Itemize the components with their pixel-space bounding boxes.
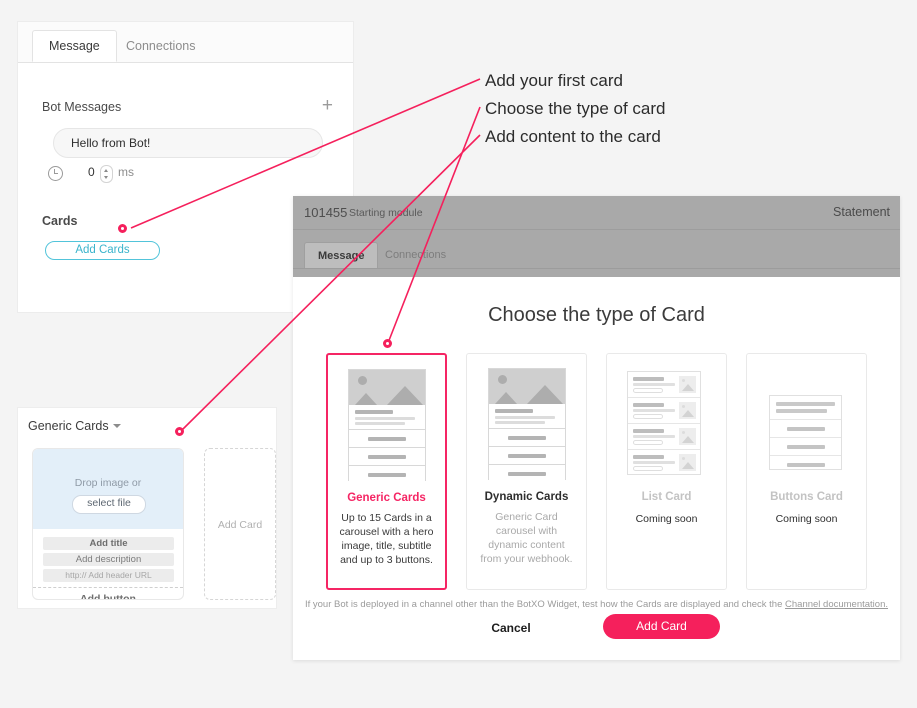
module-subtitle: Starting module bbox=[349, 207, 423, 219]
page-title: Choose the type of Card bbox=[488, 304, 705, 326]
cancel-button[interactable]: Cancel bbox=[475, 616, 547, 640]
tab-connections[interactable]: Connections bbox=[110, 30, 212, 62]
bot-messages-label: Bot Messages bbox=[42, 100, 122, 114]
delay-value: 0 bbox=[88, 165, 95, 179]
annotation-label-2: Choose the type of card bbox=[485, 99, 666, 118]
bot-message-value: Hello from Bot! bbox=[71, 136, 151, 150]
card-option-description: Generic Card carousel with dynamic conte… bbox=[480, 511, 573, 565]
modal-header: 101455 Starting module Statement Message… bbox=[293, 196, 900, 277]
card-option-description: Coming soon bbox=[635, 513, 698, 525]
generic-cards-editor-panel: Generic Cards Drop image or select file … bbox=[18, 408, 276, 608]
add-cards-button[interactable]: Add Cards bbox=[45, 241, 160, 260]
card-option-list-card[interactable]: List Card Coming soon bbox=[606, 353, 727, 590]
modal-note-text: If your Bot is deployed in a channel oth… bbox=[304, 599, 786, 610]
marker-dot-card-type bbox=[383, 339, 392, 348]
card-type-options: Generic Cards Up to 15 Cards in a carous… bbox=[326, 353, 868, 590]
modal-tab-message[interactable]: Message bbox=[304, 242, 379, 269]
generic-card-thumbnail bbox=[348, 369, 426, 483]
statement-label: Statement bbox=[833, 205, 890, 219]
card-option-description: Coming soon bbox=[775, 513, 838, 525]
divider bbox=[33, 587, 183, 588]
quantity-stepper[interactable] bbox=[100, 165, 113, 183]
clock-icon bbox=[48, 166, 63, 181]
card-option-name: List Card bbox=[641, 491, 692, 503]
add-button-action[interactable]: Add button bbox=[33, 589, 183, 599]
card-option-name: Generic Cards bbox=[347, 492, 426, 504]
card-option-generic-cards[interactable]: Generic Cards Up to 15 Cards in a carous… bbox=[326, 353, 447, 590]
module-id: 101455 bbox=[304, 205, 348, 220]
add-card-placeholder-label: Add Card bbox=[217, 519, 263, 531]
delay-unit: ms bbox=[118, 165, 134, 179]
card-option-buttons-card[interactable]: Buttons Card Coming soon bbox=[746, 353, 867, 590]
card-option-name: Buttons Card bbox=[770, 491, 843, 503]
plus-icon[interactable]: + bbox=[322, 96, 333, 115]
dynamic-card-thumbnail bbox=[488, 368, 566, 482]
panel-tabbar: Message Connections bbox=[18, 22, 353, 63]
modal-note: If your Bot is deployed in a channel oth… bbox=[293, 599, 900, 610]
card-option-dynamic-cards[interactable]: Dynamic Cards Generic Card carousel with… bbox=[466, 353, 587, 590]
message-delay-row: 0 ms bbox=[48, 164, 248, 184]
divider bbox=[293, 268, 900, 269]
marker-dot-card-content bbox=[175, 427, 184, 436]
card-title-field[interactable]: Add title bbox=[43, 537, 174, 550]
stepper-down-icon[interactable] bbox=[104, 176, 108, 179]
screenshot-root: Message Connections Bot Messages + Hello… bbox=[0, 0, 917, 708]
card-description-field[interactable]: Add description bbox=[43, 553, 174, 566]
select-file-button[interactable]: select file bbox=[72, 495, 146, 514]
channel-documentation-link[interactable]: Channel documentation. bbox=[785, 599, 888, 610]
tab-message[interactable]: Message bbox=[32, 30, 117, 62]
buttons-card-thumbnail bbox=[769, 395, 842, 470]
drop-image-label: Drop image or bbox=[74, 477, 142, 489]
divider bbox=[293, 229, 900, 230]
annotation-label-1: Add your first card bbox=[485, 71, 623, 90]
card-option-description: Up to 15 Cards in a carousel with a hero… bbox=[339, 512, 434, 566]
chevron-down-icon[interactable] bbox=[113, 424, 121, 428]
add-card-button[interactable]: Add Card bbox=[603, 614, 720, 639]
image-drop-zone[interactable]: Drop image or select file bbox=[33, 449, 183, 529]
marker-dot-add-cards bbox=[118, 224, 127, 233]
card-editor: Drop image or select file Add title Add … bbox=[32, 448, 184, 600]
stepper-up-icon[interactable] bbox=[104, 169, 108, 172]
editor-title: Generic Cards bbox=[28, 419, 109, 433]
list-card-thumbnail bbox=[627, 371, 701, 475]
cards-label: Cards bbox=[42, 214, 78, 228]
card-option-name: Dynamic Cards bbox=[484, 491, 569, 503]
modal-tab-connections[interactable]: Connections bbox=[372, 242, 459, 269]
card-header-url-field[interactable]: http:// Add header URL bbox=[43, 569, 174, 582]
add-card-placeholder[interactable]: Add Card bbox=[204, 448, 276, 600]
choose-card-type-modal: 101455 Starting module Statement Message… bbox=[293, 196, 900, 660]
bot-message-input[interactable]: Hello from Bot! bbox=[53, 128, 323, 158]
annotation-label-3: Add content to the card bbox=[485, 127, 661, 146]
